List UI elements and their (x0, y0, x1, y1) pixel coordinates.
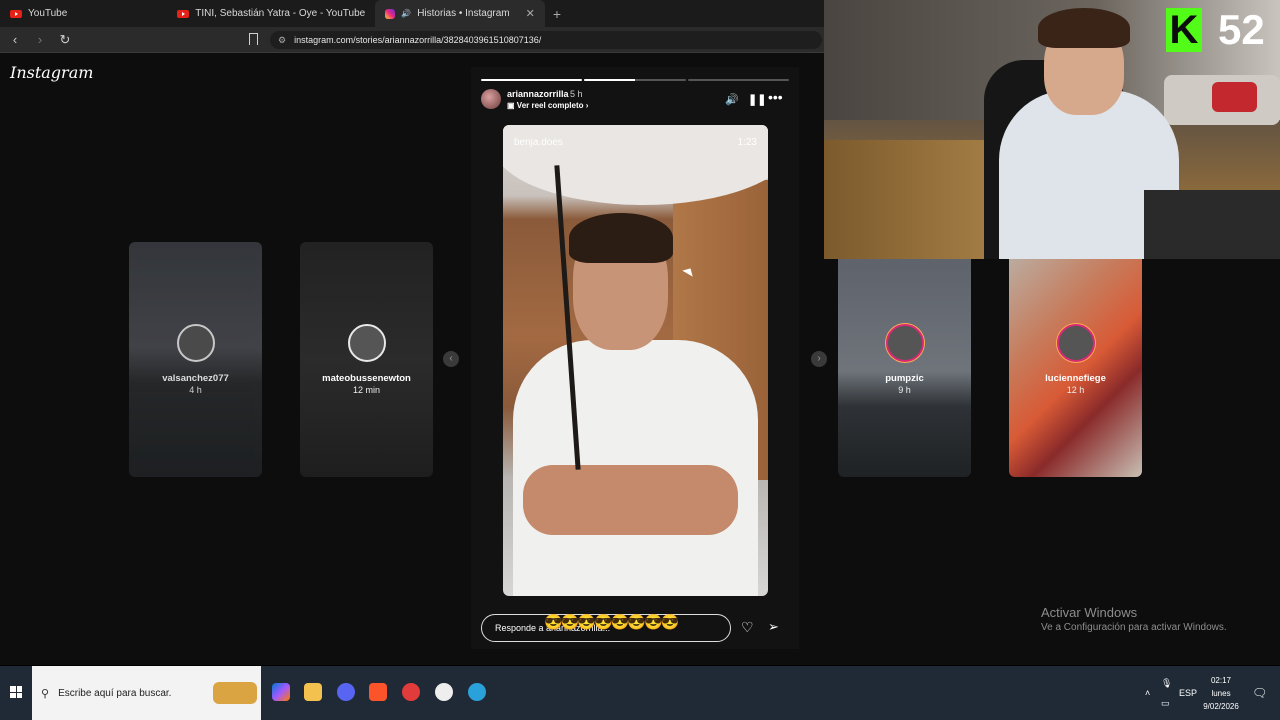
view-full-reel-link[interactable]: ▣ Ver reel completo › (507, 101, 588, 110)
browser-navbar: ‹ › ↻ ⚙ instagram.com/stories/ariannazor… (0, 27, 824, 53)
avatar (1056, 324, 1095, 362)
avatar (885, 324, 924, 362)
language-indicator[interactable]: ESP (1179, 666, 1197, 720)
avatar (176, 324, 215, 362)
tab-instagram[interactable]: 🔊 Historias • Instagram ✕ (375, 0, 545, 27)
tray-chevron-up-icon[interactable]: ˄ (1145, 666, 1150, 720)
tab-title: Historias • Instagram (417, 8, 510, 19)
story-preview-pumpzic[interactable]: pumpzic 9 h (838, 242, 971, 477)
site-settings-icon[interactable]: ⚙ (278, 35, 286, 46)
windows-activation-watermark: Activar Windows Ve a Configuración para … (1041, 605, 1227, 633)
send-icon[interactable]: ➢ (768, 619, 779, 635)
activation-subtitle: Ve a Configuración para activar Windows. (1041, 622, 1227, 633)
reel-icon: ▣ (507, 101, 515, 110)
streamer-hair (1038, 8, 1130, 48)
screen: YouTube TINI, Sebastián Yatra - Oye - Yo… (0, 0, 1280, 720)
story-time: 9 h (898, 385, 911, 395)
clock-day: lunes (1211, 689, 1231, 698)
story-progress (481, 79, 789, 81)
person-arms (523, 465, 738, 535)
story-username: pumpzic (885, 373, 924, 384)
progress-segment (481, 79, 583, 81)
progress-segment (687, 79, 789, 81)
active-story: ariannazorrilla 5 h ▣ Ver reel completo … (471, 67, 799, 649)
browser-tabbar: YouTube TINI, Sebastián Yatra - Oye - Yo… (0, 0, 824, 27)
network-icon[interactable]: ▭ (1161, 676, 1170, 720)
previous-story-arrow-icon[interactable]: ‹ (443, 351, 459, 367)
story-time: 12 h (1066, 385, 1085, 395)
story-time: 12 min (352, 385, 380, 395)
progress-fill (584, 79, 635, 81)
progress-segment (584, 79, 686, 81)
quick-reactions[interactable]: 😎😎😎😎😎😎😎😎 (544, 613, 679, 631)
copilot-icon[interactable] (272, 683, 290, 701)
more-options-icon[interactable]: ••• (768, 89, 783, 105)
story-preview-valsanchez077[interactable]: valsanchez077 4 h (129, 242, 262, 477)
youtube-icon (177, 9, 190, 18)
story-username: mateobussenewton (322, 373, 411, 384)
person-hair (569, 213, 673, 263)
brave-browser-icon[interactable] (369, 683, 387, 701)
discord-icon[interactable] (337, 683, 355, 701)
kick-logo-icon: K (1166, 8, 1202, 52)
tab-title: TINI, Sebastián Yatra - Oye - YouTube (195, 8, 366, 19)
chevron-right-icon: › (585, 101, 589, 110)
story-time: 5 h (570, 89, 583, 99)
clock-date: 9/02/2026 (1203, 702, 1239, 711)
story-username: luciennefiege (1045, 373, 1106, 384)
obs-icon[interactable] (435, 683, 453, 701)
viewer-count: 52 (1218, 6, 1265, 53)
search-placeholder: Escribe aquí para buscar. (58, 687, 172, 699)
taskbar-clock[interactable]: 02:17 lunes 9/02/2026 (1198, 674, 1244, 713)
taskbar-search-input[interactable]: ⚲ Escribe aquí para buscar. (32, 666, 261, 720)
video-source-label: benja.does (514, 137, 563, 148)
story-time: 4 h (189, 385, 202, 395)
windows-start-icon[interactable] (10, 686, 22, 698)
telegram-icon[interactable] (468, 683, 486, 701)
volume-icon[interactable]: 🔊 (725, 93, 739, 106)
address-bar[interactable]: ⚙ instagram.com/stories/ariannazorrilla/… (270, 31, 822, 49)
avatar (347, 324, 386, 362)
new-tab-button[interactable]: + (553, 6, 561, 22)
app-icon[interactable] (402, 683, 420, 701)
youtube-icon (10, 9, 22, 18)
avatar[interactable] (481, 89, 501, 109)
story-username: valsanchez077 (162, 373, 229, 384)
bookmark-icon[interactable] (249, 33, 258, 45)
tab-title: YouTube (28, 8, 68, 19)
story-video[interactable]: benja.does 1:23 (503, 125, 768, 596)
url-text: instagram.com/stories/ariannazorrilla/38… (294, 35, 542, 45)
tab-youtube-song[interactable]: TINI, Sebastián Yatra - Oye - YouTube (167, 0, 375, 27)
red-pillow (1212, 82, 1257, 112)
tab-youtube[interactable]: YouTube (0, 0, 77, 27)
reload-icon[interactable]: ↻ (55, 32, 75, 48)
notifications-icon[interactable]: 🗨 (1252, 666, 1267, 720)
story-preview-luciennefiege[interactable]: luciennefiege 12 h (1009, 242, 1142, 477)
forward-icon[interactable]: › (30, 32, 50, 47)
close-tab-icon[interactable]: ✕ (526, 7, 535, 20)
video-duration: 1:23 (737, 137, 757, 148)
windows-taskbar: ⚲ Escribe aquí para buscar. ˄ 🎙 ▭ ESP 02… (0, 666, 1280, 720)
file-explorer-icon[interactable] (304, 683, 322, 701)
search-icon: ⚲ (41, 687, 50, 700)
back-icon[interactable]: ‹ (5, 32, 25, 47)
story-preview-mateobussenewton[interactable]: mateobussenewton 12 min (300, 242, 433, 477)
next-story-arrow-icon[interactable]: › (811, 351, 827, 367)
story-username[interactable]: ariannazorrilla (507, 89, 569, 99)
pause-icon[interactable]: ❚❚ (748, 93, 766, 106)
reel-link-label: Ver reel completo (516, 101, 584, 110)
desk (1144, 190, 1280, 259)
clock-time: 02:17 (1210, 676, 1232, 685)
progress-fill (481, 79, 583, 81)
search-highlight-icon (213, 682, 257, 704)
speaker-icon: 🔊 (401, 9, 412, 18)
webcam-overlay (824, 0, 1280, 259)
instagram-logo[interactable]: Instagram (10, 63, 93, 82)
activation-title: Activar Windows (1041, 605, 1138, 620)
instagram-icon (385, 8, 396, 19)
like-heart-icon[interactable]: ♡ (741, 619, 754, 636)
